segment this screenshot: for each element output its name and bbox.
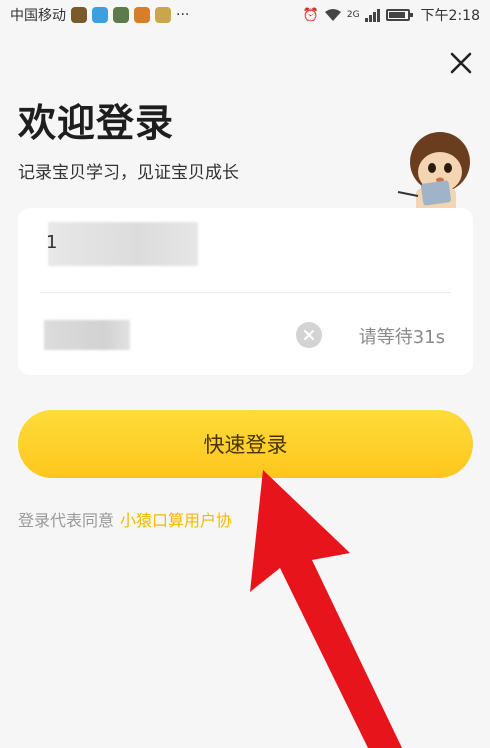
status-left: 中国移动 ··· — [10, 5, 189, 25]
app-notification-icon — [92, 7, 108, 23]
status-bar: 中国移动 ··· ⏰ 2G 下午2:18 — [0, 0, 490, 30]
page-title: 欢迎登录 — [18, 101, 175, 145]
agreement-prefix: 登录代表同意 — [18, 511, 115, 530]
battery-icon — [385, 9, 413, 21]
more-notifications: ··· — [176, 7, 190, 23]
clock: 下午2:18 — [420, 8, 480, 24]
app-notification-icon — [71, 7, 87, 23]
wifi-icon — [324, 9, 341, 21]
clear-icon — [304, 330, 314, 340]
login-form-card: 1 请等待31s — [18, 208, 473, 375]
divider — [40, 292, 451, 293]
network-type: 2G — [346, 10, 360, 20]
app-notification-icon — [134, 7, 150, 23]
signal-icon — [364, 9, 380, 22]
close-icon — [450, 52, 472, 74]
status-right: ⏰ 2G 下午2:18 — [303, 5, 480, 25]
phone-number-value: 1 — [46, 232, 58, 253]
resend-countdown: 请等待31s — [358, 327, 445, 348]
app-notification-icon — [113, 7, 129, 23]
monkey-mascot-image — [397, 132, 470, 214]
quick-login-button[interactable]: 快速登录 — [18, 410, 473, 478]
app-notification-icon — [155, 7, 171, 23]
carrier-label: 中国移动 — [10, 8, 66, 24]
agreement-text: 登录代表同意 小猿口算用户协 — [18, 507, 232, 531]
close-button[interactable] — [446, 48, 476, 78]
alarm-icon: ⏰ — [302, 7, 319, 23]
phone-number-input[interactable] — [48, 222, 198, 266]
page-subtitle: 记录宝贝学习，见证宝贝成长 — [18, 163, 239, 183]
clear-input-button[interactable] — [296, 322, 322, 348]
verification-code-input[interactable] — [44, 320, 130, 350]
user-agreement-link[interactable]: 小猿口算用户协 — [120, 511, 232, 530]
